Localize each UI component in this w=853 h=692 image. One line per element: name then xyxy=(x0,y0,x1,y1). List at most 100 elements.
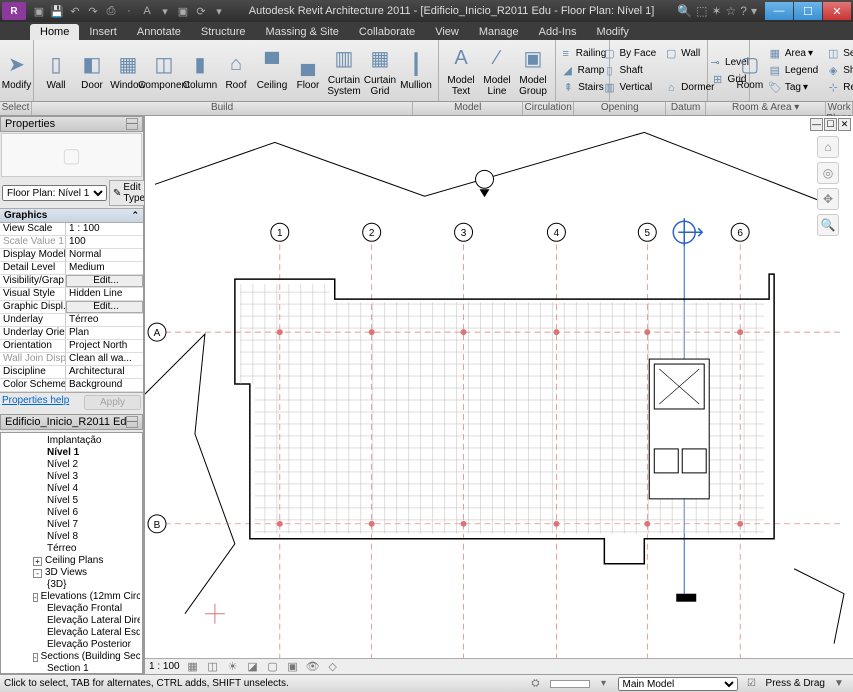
browser-title[interactable]: Edificio_Inicio_R2011 Edu - Project B...… xyxy=(0,414,143,430)
component-button[interactable]: ◫Component xyxy=(146,50,182,91)
project-browser[interactable]: ImplantaçãoNível 1Nível 2Nível 3Nível 4N… xyxy=(0,432,143,674)
expand-icon[interactable]: - xyxy=(33,593,38,602)
prop-row[interactable]: Display ModelNormal xyxy=(0,249,143,262)
home-icon[interactable]: ⌂ xyxy=(817,136,839,158)
close-button[interactable]: ✕ xyxy=(823,2,851,20)
crop-visible-icon[interactable]: ▣ xyxy=(286,660,300,674)
sunpath-icon[interactable]: ☀ xyxy=(226,660,240,674)
tree-item[interactable]: Elevação Lateral Esquerd xyxy=(3,627,140,639)
tab-annotate[interactable]: Annotate xyxy=(127,24,191,40)
prop-row[interactable]: Color Scheme...Background xyxy=(0,379,143,392)
prop-row[interactable]: DisciplineArchitectural xyxy=(0,366,143,379)
qat-recent-icon[interactable]: ▾ xyxy=(211,3,227,19)
expand-icon[interactable]: + xyxy=(33,557,42,566)
tree-item[interactable]: Elevação Posterior xyxy=(3,639,140,651)
view-max-icon[interactable]: ☐ xyxy=(824,118,837,131)
column-button[interactable]: ▮Column xyxy=(182,50,218,91)
tree-item[interactable]: +Ceiling Plans xyxy=(3,555,140,567)
set-button[interactable]: ◫Set xyxy=(822,45,853,62)
prop-row[interactable]: Underlay Orie...Plan xyxy=(0,327,143,340)
wheel-icon[interactable]: ◎ xyxy=(817,162,839,184)
tree-item[interactable]: Elevação Frontal xyxy=(3,603,140,615)
tree-item[interactable]: Nível 7 xyxy=(3,519,140,531)
model-group-button[interactable]: ▣ModelGroup xyxy=(515,45,551,97)
hide-isolate-icon[interactable]: 👁 xyxy=(306,660,320,674)
tab-structure[interactable]: Structure xyxy=(191,24,256,40)
view-min-icon[interactable]: — xyxy=(810,118,823,131)
tree-item[interactable]: {3D} xyxy=(3,579,140,591)
reveal-icon[interactable]: ◇ xyxy=(326,660,340,674)
filter-icon[interactable]: ▼ xyxy=(832,677,846,691)
app-menu-button[interactable]: R xyxy=(2,2,26,20)
zoom-icon[interactable]: 🔍 xyxy=(817,214,839,236)
wall-button[interactable]: ▯Wall xyxy=(38,50,74,91)
mullion-button[interactable]: ┃Mullion xyxy=(398,50,434,91)
room-button[interactable]: ▢Room xyxy=(736,50,764,91)
maximize-button[interactable]: ☐ xyxy=(794,2,822,20)
tree-item[interactable]: Nível 5 xyxy=(3,495,140,507)
shadows-icon[interactable]: ◪ xyxy=(246,660,260,674)
prop-row[interactable]: Visual StyleHidden Line xyxy=(0,288,143,301)
subscription-icon[interactable]: ⬚ xyxy=(696,4,707,18)
qat-redo-icon[interactable]: ↷ xyxy=(85,3,101,19)
scale-display[interactable]: 1 : 100 xyxy=(149,661,180,672)
prop-row[interactable]: Scale Value 1:100 xyxy=(0,236,143,249)
apply-button[interactable]: Apply xyxy=(84,395,141,410)
area-button[interactable]: ▦Area▾ xyxy=(764,45,822,62)
browser-close-icon[interactable]: — xyxy=(126,416,138,428)
drawing-canvas[interactable]: — ☐ ✕ ⌂ ◎ ✥ 🔍 1 xyxy=(144,116,853,674)
props-close-icon[interactable]: — xyxy=(126,118,138,130)
door-button[interactable]: ◧Door xyxy=(74,50,110,91)
tree-item[interactable]: Implantação xyxy=(3,435,140,447)
tree-item[interactable]: -3D Views xyxy=(3,567,140,579)
prop-row[interactable]: Wall Join Disp...Clean all wa... xyxy=(0,353,143,366)
prop-row[interactable]: View Scale1 : 100 xyxy=(0,223,143,236)
tab-massing-site[interactable]: Massing & Site xyxy=(256,24,349,40)
refplane-button[interactable]: ⊹Ref Plane xyxy=(822,79,853,96)
qat-print-icon[interactable]: ⎙ xyxy=(103,3,119,19)
type-selector[interactable]: Floor Plan: Nível 1 xyxy=(2,185,107,201)
tab-manage[interactable]: Manage xyxy=(469,24,529,40)
worksets-icon[interactable]: ⛭ xyxy=(529,677,543,691)
tree-item[interactable]: Section 1 xyxy=(3,663,140,674)
floor-button[interactable]: ▄Floor xyxy=(290,50,326,91)
properties-help-link[interactable]: Properties help xyxy=(2,395,69,410)
help-icon[interactable]: ? xyxy=(740,4,747,18)
tree-item[interactable]: Nível 3 xyxy=(3,471,140,483)
prop-row[interactable]: Graphic Displ...Edit... xyxy=(0,301,143,314)
minimize-button[interactable]: — xyxy=(765,2,793,20)
roof-button[interactable]: ⌂Roof xyxy=(218,50,254,91)
tree-item[interactable]: Nível 1 xyxy=(3,447,140,459)
editable-only-icon[interactable]: ▾ xyxy=(597,677,611,691)
tab-insert[interactable]: Insert xyxy=(79,24,127,40)
tree-item[interactable]: Nível 2 xyxy=(3,459,140,471)
props-section-graphics[interactable]: Graphics⌃ xyxy=(0,208,143,223)
vertical-button[interactable]: ▥Vertical xyxy=(598,79,660,96)
crop-icon[interactable]: ▢ xyxy=(266,660,280,674)
favorites-icon[interactable]: ☆ xyxy=(726,4,737,18)
qat-undo-icon[interactable]: ↶ xyxy=(67,3,83,19)
tree-item[interactable]: Nível 6 xyxy=(3,507,140,519)
qat-sync-icon[interactable]: ⟳ xyxy=(193,3,209,19)
show-button[interactable]: ◈Show xyxy=(822,62,853,79)
tag-button[interactable]: 🏷Tag▾ xyxy=(764,79,822,96)
byface-button[interactable]: ▢By Face xyxy=(598,45,660,62)
search-icon[interactable]: 🔍 xyxy=(677,4,692,18)
tab-collaborate[interactable]: Collaborate xyxy=(349,24,425,40)
qat-more[interactable]: ▾ xyxy=(157,3,173,19)
model-line-button[interactable]: ∕ModelLine xyxy=(479,45,515,97)
properties-title[interactable]: Properties — xyxy=(0,116,143,132)
prop-row[interactable]: Visibility/Grap...Edit... xyxy=(0,275,143,288)
detail-level-icon[interactable]: ▦ xyxy=(186,660,200,674)
shaft-button[interactable]: ▯Shaft xyxy=(598,62,660,79)
select-links-icon[interactable]: ☑ xyxy=(745,677,759,691)
prop-row[interactable]: UnderlayTérreo xyxy=(0,314,143,327)
tab-modify[interactable]: Modify xyxy=(587,24,639,40)
qat-save-icon[interactable]: 💾 xyxy=(49,3,65,19)
qat-open-icon[interactable]: ▣ xyxy=(31,3,47,19)
tree-item[interactable]: Nível 8 xyxy=(3,531,140,543)
tree-item[interactable]: Térreo xyxy=(3,543,140,555)
communication-icon[interactable]: ✶ xyxy=(711,4,721,18)
view-close-icon[interactable]: ✕ xyxy=(838,118,851,131)
qat-measure-icon[interactable]: A xyxy=(139,3,155,19)
